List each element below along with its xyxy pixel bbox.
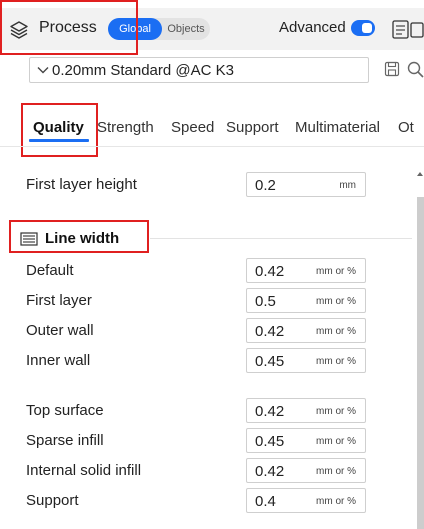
tab-strength[interactable]: Strength [97,119,154,136]
input-value: 0.42 [255,323,285,340]
process-header: Process Global Objects Advanced [0,8,424,50]
global-objects-toggle[interactable]: Global Objects [108,18,210,40]
tab-quality[interactable]: Quality [33,119,84,136]
input-unit: mm or % [316,406,356,417]
input-value: 0.42 [255,263,285,280]
input-unit: mm or % [316,496,356,507]
default-input[interactable]: 0.42 mm or % [246,258,366,283]
active-tab-indicator [29,139,89,142]
section-divider [150,238,412,239]
input-value: 0.45 [255,353,285,370]
process-title: Process [39,19,97,36]
internal-solid-infill-label: Internal solid infill [26,462,142,479]
global-mode-button[interactable]: Global [108,18,162,40]
input-value: 0.5 [255,293,276,310]
outer-wall-label: Outer wall [26,322,94,339]
input-unit: mm or % [316,266,356,277]
chevron-down-icon [35,62,51,78]
tab-support[interactable]: Support [226,119,279,136]
support-input[interactable]: 0.4 mm or % [246,488,366,513]
first-layer-input[interactable]: 0.5 mm or % [246,288,366,313]
toggle-knob [362,23,372,33]
advanced-toggle[interactable] [351,20,375,36]
tabs-divider [0,146,424,147]
input-unit: mm or % [316,296,356,307]
scroll-up-icon[interactable] [416,165,424,176]
tab-speed[interactable]: Speed [171,119,214,136]
tab-others[interactable]: Ot [398,119,414,136]
default-label: Default [26,262,74,279]
tab-multimaterial[interactable]: Multimaterial [295,119,380,136]
top-surface-input[interactable]: 0.42 mm or % [246,398,366,423]
advanced-label: Advanced [279,19,346,36]
input-unit: mm or % [316,436,356,447]
input-value: 0.4 [255,493,276,510]
top-surface-label: Top surface [26,402,104,419]
inner-wall-input[interactable]: 0.45 mm or % [246,348,366,373]
layers-icon [9,20,29,40]
input-value: 0.42 [255,463,285,480]
objects-mode-button[interactable]: Objects [162,18,210,40]
internal-solid-infill-input[interactable]: 0.42 mm or % [246,458,366,483]
compare-icon[interactable] [390,18,424,42]
first-layer-height-input[interactable]: 0.2 mm [246,172,366,197]
inner-wall-label: Inner wall [26,352,91,369]
first-layer-label: First layer [26,292,92,309]
input-value: 0.45 [255,433,285,450]
sparse-infill-input[interactable]: 0.45 mm or % [246,428,366,453]
outer-wall-input[interactable]: 0.42 mm or % [246,318,366,343]
input-value: 0.2 [255,177,276,194]
input-unit: mm or % [316,356,356,367]
input-value: 0.42 [255,403,285,420]
input-unit: mm [339,180,356,191]
first-layer-height-label: First layer height [26,176,137,193]
line-width-title: Line width [45,230,120,247]
line-width-icon [20,232,38,246]
sparse-infill-label: Sparse infill [26,432,104,449]
preset-name: 0.20mm Standard @AC K3 [52,62,234,79]
preset-dropdown[interactable]: 0.20mm Standard @AC K3 [29,57,369,83]
input-unit: mm or % [316,466,356,477]
search-icon[interactable] [406,60,424,78]
input-unit: mm or % [316,326,356,337]
support-label: Support [26,492,79,509]
scrollbar-thumb[interactable] [417,197,424,529]
save-icon[interactable] [384,61,400,77]
